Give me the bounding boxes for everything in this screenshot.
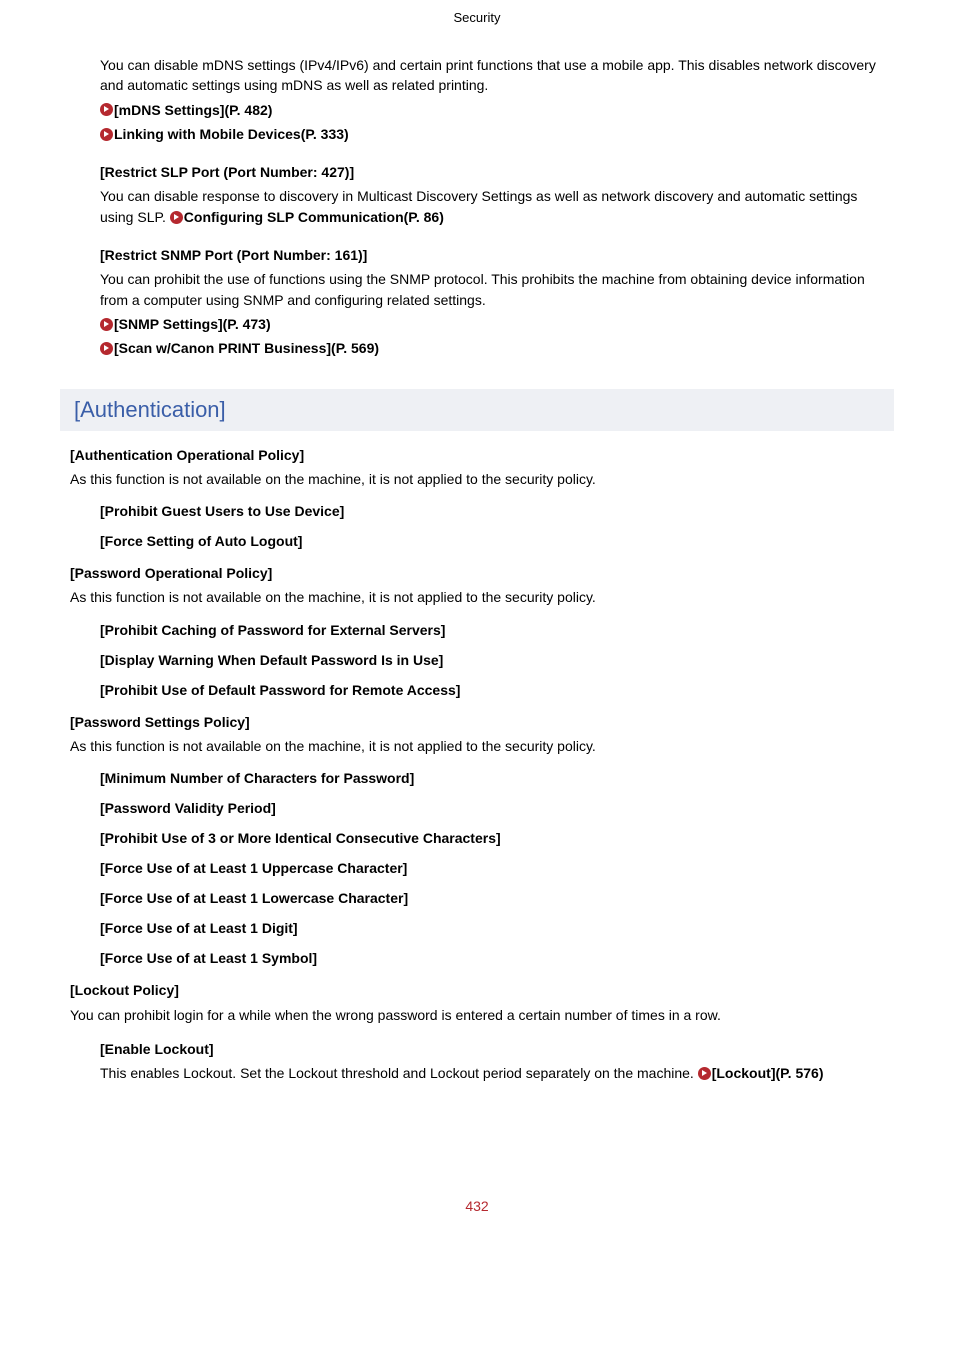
- play-icon: [100, 318, 113, 331]
- pwd-set-item7: [Force Use of at Least 1 Symbol]: [100, 950, 884, 966]
- play-icon: [100, 128, 113, 141]
- auth-op-text: As this function is not available on the…: [70, 469, 884, 489]
- lockout-sub-link-text: [Lockout](P. 576): [712, 1065, 824, 1081]
- lockout-block: [Lockout Policy] You can prohibit login …: [70, 980, 884, 1083]
- intro-text: You can disable mDNS settings (IPv4/IPv6…: [100, 55, 884, 96]
- pwd-op-heading: [Password Operational Policy]: [70, 563, 884, 583]
- snmp-link1[interactable]: [SNMP Settings](P. 473): [100, 314, 884, 334]
- auth-op-item1: [Prohibit Guest Users to Use Device]: [100, 503, 884, 519]
- play-icon: [170, 211, 183, 224]
- intro-link1[interactable]: [mDNS Settings](P. 482): [100, 100, 884, 120]
- slp-link[interactable]: Configuring SLP Communication(P. 86): [170, 209, 444, 225]
- play-icon: [100, 342, 113, 355]
- snmp-link2[interactable]: [Scan w/Canon PRINT Business](P. 569): [100, 338, 884, 358]
- page-header: Security: [0, 0, 954, 55]
- pwd-set-item6: [Force Use of at Least 1 Digit]: [100, 920, 884, 936]
- pwd-set-heading: [Password Settings Policy]: [70, 712, 884, 732]
- header-title: Security: [454, 10, 501, 25]
- pwd-op-item1: [Prohibit Caching of Password for Extern…: [100, 622, 884, 638]
- lockout-sub-heading: [Enable Lockout]: [100, 1039, 884, 1059]
- auth-op-item2: [Force Setting of Auto Logout]: [100, 533, 884, 549]
- lockout-sub-link[interactable]: [Lockout](P. 576): [698, 1065, 824, 1081]
- pwd-set-item5: [Force Use of at Least 1 Lowercase Chara…: [100, 890, 884, 906]
- pwd-op-text: As this function is not available on the…: [70, 587, 884, 607]
- pwd-set-item4: [Force Use of at Least 1 Uppercase Chara…: [100, 860, 884, 876]
- lockout-text: You can prohibit login for a while when …: [70, 1005, 884, 1025]
- content-area: You can disable mDNS settings (IPv4/IPv6…: [0, 55, 954, 1084]
- intro-link2[interactable]: Linking with Mobile Devices(P. 333): [100, 124, 884, 144]
- slp-link-text: Configuring SLP Communication(P. 86): [184, 209, 444, 225]
- auth-op-block: [Authentication Operational Policy] As t…: [70, 445, 884, 550]
- pwd-op-item3: [Prohibit Use of Default Password for Re…: [100, 682, 884, 698]
- intro-link1-text: [mDNS Settings](P. 482): [114, 102, 272, 118]
- intro-link2-text: Linking with Mobile Devices(P. 333): [114, 126, 349, 142]
- page-number: 432: [0, 1098, 954, 1234]
- play-icon: [698, 1067, 711, 1080]
- snmp-text: You can prohibit the use of functions us…: [100, 269, 884, 310]
- snmp-block: [Restrict SNMP Port (Port Number: 161)] …: [100, 245, 884, 358]
- snmp-link2-text: [Scan w/Canon PRINT Business](P. 569): [114, 340, 379, 356]
- snmp-link1-text: [SNMP Settings](P. 473): [114, 316, 271, 332]
- slp-block: [Restrict SLP Port (Port Number: 427)] Y…: [100, 162, 884, 227]
- snmp-heading: [Restrict SNMP Port (Port Number: 161)]: [100, 245, 884, 265]
- auth-op-heading: [Authentication Operational Policy]: [70, 445, 884, 465]
- slp-text: You can disable response to discovery in…: [100, 186, 884, 227]
- intro-block: You can disable mDNS settings (IPv4/IPv6…: [100, 55, 884, 144]
- pwd-op-item2: [Display Warning When Default Password I…: [100, 652, 884, 668]
- lockout-sub-text-a: This enables Lockout. Set the Lockout th…: [100, 1065, 698, 1081]
- lockout-heading: [Lockout Policy]: [70, 980, 884, 1000]
- pwd-set-item2: [Password Validity Period]: [100, 800, 884, 816]
- play-icon: [100, 103, 113, 116]
- pwd-set-text: As this function is not available on the…: [70, 736, 884, 756]
- lockout-sub-text: This enables Lockout. Set the Lockout th…: [100, 1063, 884, 1083]
- section-title-authentication: [Authentication]: [60, 389, 894, 431]
- pwd-set-item1: [Minimum Number of Characters for Passwo…: [100, 770, 884, 786]
- pwd-op-block: [Password Operational Policy] As this fu…: [70, 563, 884, 698]
- pwd-set-block: [Password Settings Policy] As this funct…: [70, 712, 884, 967]
- slp-heading: [Restrict SLP Port (Port Number: 427)]: [100, 162, 884, 182]
- pwd-set-item3: [Prohibit Use of 3 or More Identical Con…: [100, 830, 884, 846]
